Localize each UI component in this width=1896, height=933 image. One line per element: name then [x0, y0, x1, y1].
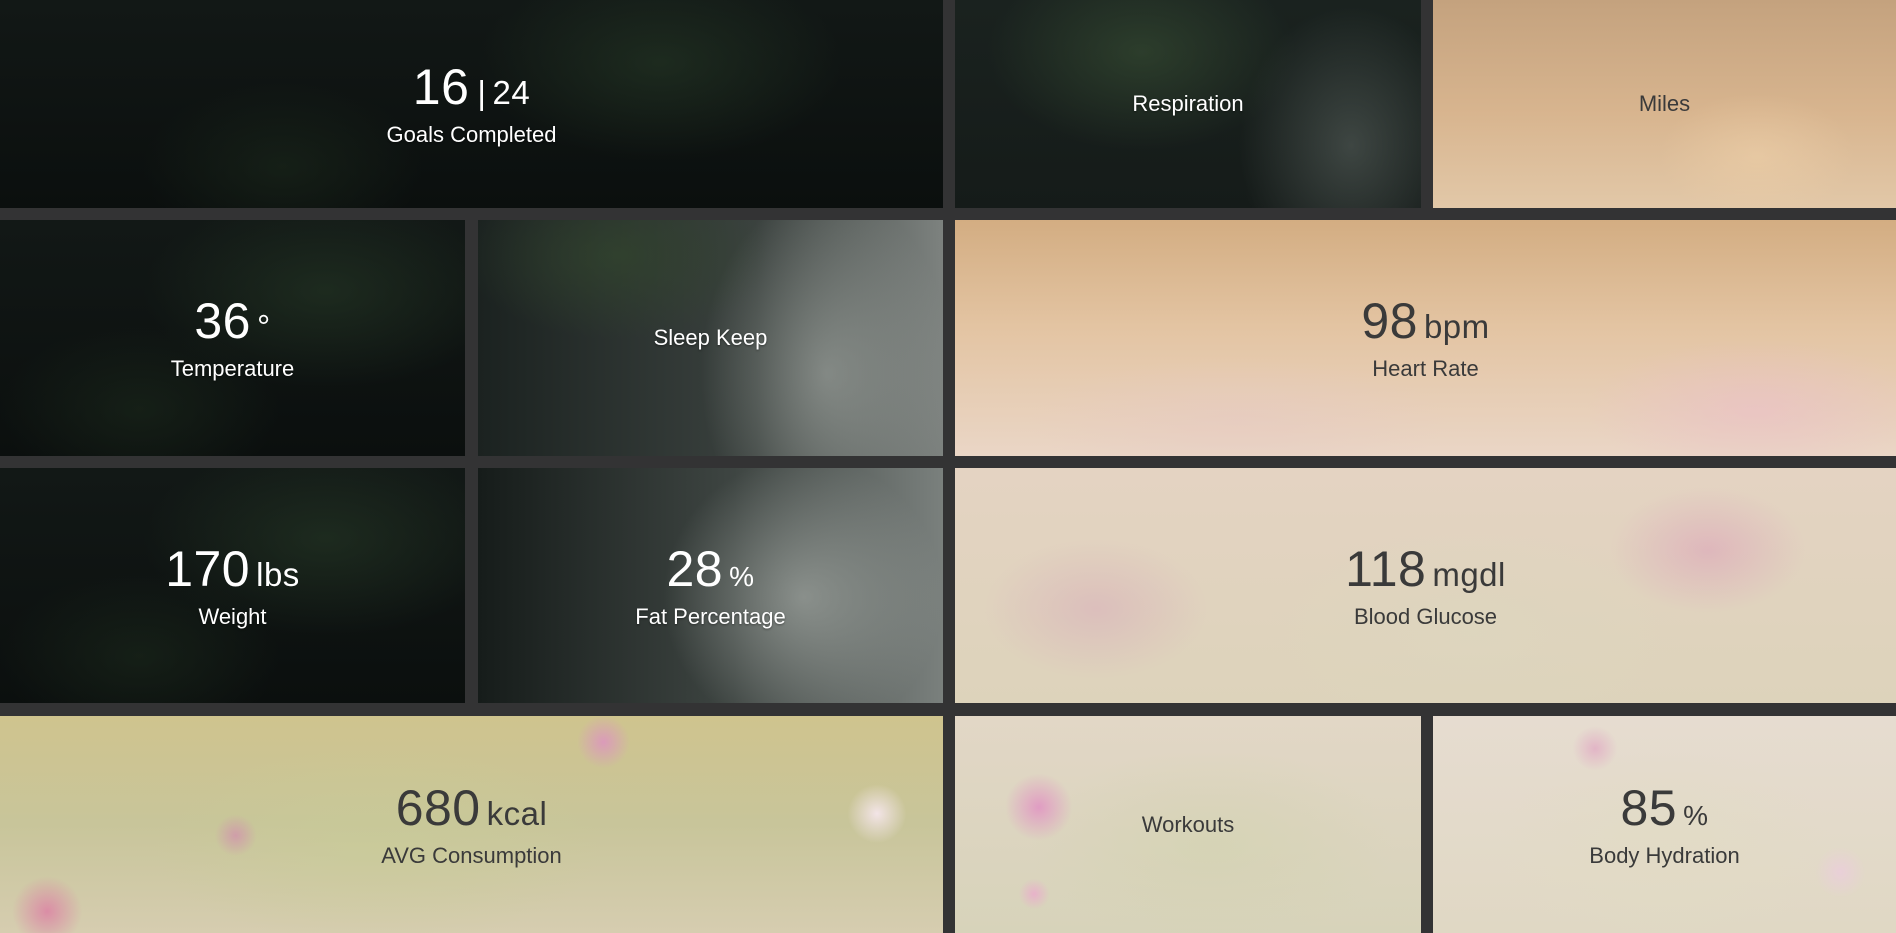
weight-label: Weight	[198, 603, 267, 629]
goals-separator: |	[477, 74, 487, 111]
weight-tile[interactable]: 170 lbs Weight	[0, 468, 465, 703]
weight-unit: lbs	[256, 555, 300, 593]
weight-value-line: 170 lbs	[165, 544, 300, 594]
fat-percentage-label: Fat Percentage	[635, 603, 786, 629]
workouts-label: Workouts	[1141, 811, 1235, 837]
temperature-value: 36	[194, 293, 251, 349]
consumption-value-line: 680 kcal	[396, 783, 548, 833]
respiration-tile[interactable]: Respiration	[955, 0, 1421, 208]
heart-rate-unit: bpm	[1423, 308, 1490, 345]
heart-rate-label: Heart Rate	[1372, 356, 1479, 381]
blood-glucose-value-line: 118 mgdl	[1345, 544, 1506, 594]
hydration-value: 85	[1620, 779, 1678, 836]
sleep-tile[interactable]: Sleep Keep	[478, 220, 943, 456]
temperature-label: Temperature	[170, 356, 295, 381]
heart-rate-tile[interactable]: 98 bpm Heart Rate	[955, 220, 1896, 456]
hydration-label: Body Hydration	[1589, 842, 1740, 868]
fat-percentage-value: 28	[666, 540, 724, 597]
goals-value-line: 16 | 24	[413, 62, 530, 112]
fat-percentage-tile[interactable]: 28% Fat Percentage	[478, 468, 943, 703]
heart-rate-value-line: 98 bpm	[1361, 296, 1489, 346]
consumption-label: AVG Consumption	[381, 842, 562, 868]
heart-rate-value: 98	[1361, 293, 1418, 349]
temperature-unit: °	[256, 308, 271, 345]
sleep-label: Sleep Keep	[653, 325, 768, 350]
blood-glucose-label: Blood Glucose	[1353, 603, 1498, 629]
workouts-tile[interactable]: Workouts	[955, 716, 1421, 933]
goals-tile[interactable]: 16 | 24 Goals Completed	[0, 0, 943, 208]
miles-tile[interactable]: Miles	[1433, 0, 1896, 208]
consumption-tile[interactable]: 680 kcal AVG Consumption	[0, 716, 943, 933]
miles-label: Miles	[1638, 91, 1691, 116]
goals-total-value: 24	[492, 74, 531, 111]
metrics-grid: 16 | 24 Goals Completed Respiration Miles …	[0, 0, 1896, 933]
temperature-tile[interactable]: 36 ° Temperature	[0, 220, 465, 456]
hydration-tile[interactable]: 85% Body Hydration	[1433, 716, 1896, 933]
respiration-label: Respiration	[1132, 91, 1244, 116]
consumption-unit: kcal	[486, 794, 548, 832]
goals-completed-value: 16	[412, 59, 470, 115]
blood-glucose-unit: mgdl	[1432, 555, 1506, 593]
hydration-unit: %	[1683, 799, 1709, 831]
fat-percentage-unit: %	[729, 560, 755, 592]
hydration-value-line: 85%	[1620, 783, 1708, 833]
consumption-value: 680	[395, 779, 481, 836]
goals-label: Goals Completed	[386, 122, 557, 147]
blood-glucose-tile[interactable]: 118 mgdl Blood Glucose	[955, 468, 1896, 703]
weight-value: 170	[165, 540, 251, 597]
fat-percentage-value-line: 28%	[666, 544, 754, 594]
blood-glucose-value: 118	[1345, 540, 1427, 597]
temperature-value-line: 36 °	[194, 296, 270, 346]
